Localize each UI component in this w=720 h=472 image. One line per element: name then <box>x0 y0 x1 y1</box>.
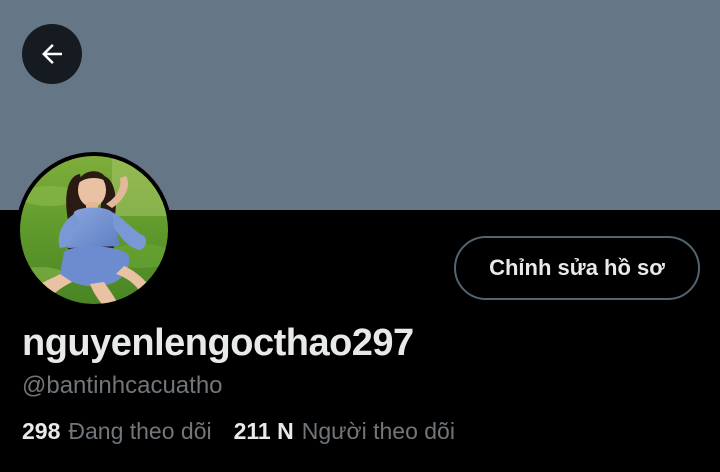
following-link[interactable]: 298 Đang theo dõi <box>22 418 212 445</box>
followers-label: Người theo dõi <box>301 418 455 444</box>
followers-count: 211 N <box>233 418 294 444</box>
back-button[interactable] <box>22 24 82 84</box>
profile-screen: Chỉnh sửa hồ sơ nguyenlengocthao297 @ban… <box>0 0 720 472</box>
edit-profile-button[interactable]: Chỉnh sửa hồ sơ <box>454 236 700 300</box>
following-count: 298 <box>22 418 61 444</box>
followers-link[interactable]: 211 N Người theo dõi <box>234 418 455 445</box>
arrow-left-icon <box>37 39 67 69</box>
avatar[interactable] <box>20 156 168 304</box>
display-name: nguyenlengocthao297 <box>22 322 414 364</box>
following-label: Đang theo dõi <box>68 418 212 444</box>
follow-stats: 298 Đang theo dõi 211 N Người theo dõi <box>22 418 455 445</box>
user-handle: @bantinhcacuatho <box>22 372 223 399</box>
